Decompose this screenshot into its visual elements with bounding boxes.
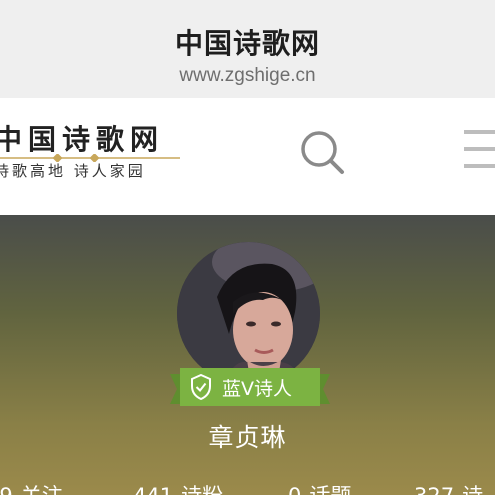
shield-check-icon: [191, 374, 211, 400]
logo-slogan: 诗歌高地 诗人家园: [0, 162, 146, 180]
site-header: 中国诗歌网 诗歌高地 诗人家园: [0, 98, 495, 215]
stat-topics[interactable]: 0 话题: [288, 480, 351, 495]
search-button[interactable]: [298, 128, 348, 178]
stat-topics-count: 0: [288, 484, 301, 495]
site-logo[interactable]: 中国诗歌网 诗歌高地 诗人家园: [0, 118, 194, 188]
stat-fans-label: 诗粉: [181, 484, 223, 495]
profile-stats: 59 关注 441 诗粉 0 话题 327 诗: [0, 480, 495, 495]
browser-title-bar: 中国诗歌网 www.zgshige.cn: [0, 0, 495, 98]
page-url[interactable]: www.zgshige.cn: [0, 65, 495, 87]
profile-banner: 蓝V诗人 章贞琳 59 关注 441 诗粉 0 话题 327 诗: [0, 215, 495, 495]
stat-fans[interactable]: 441 诗粉: [133, 480, 223, 495]
stat-following-label: 关注: [21, 484, 63, 495]
avatar[interactable]: [177, 242, 320, 385]
badge-label: 蓝V诗人: [222, 378, 292, 400]
page-title: 中国诗歌网: [174, 27, 320, 60]
stat-poems[interactable]: 327 诗: [414, 480, 483, 495]
verified-poet-badge: 蓝V诗人: [170, 368, 330, 408]
stat-topics-label: 话题: [309, 484, 351, 495]
menu-button[interactable]: [464, 130, 495, 172]
profile-name: 章贞琳: [208, 423, 287, 452]
search-icon: [301, 131, 344, 174]
stat-following-count: 59: [0, 484, 13, 495]
stat-poems-count: 327: [414, 484, 454, 495]
avatar-portrait: [177, 242, 320, 385]
stat-following[interactable]: 59 关注: [0, 480, 63, 495]
logo-name: 中国诗歌网: [0, 123, 165, 156]
stat-fans-count: 441: [133, 484, 173, 495]
hamburger-menu-icon: [464, 130, 495, 168]
stat-poems-label: 诗: [462, 484, 483, 495]
